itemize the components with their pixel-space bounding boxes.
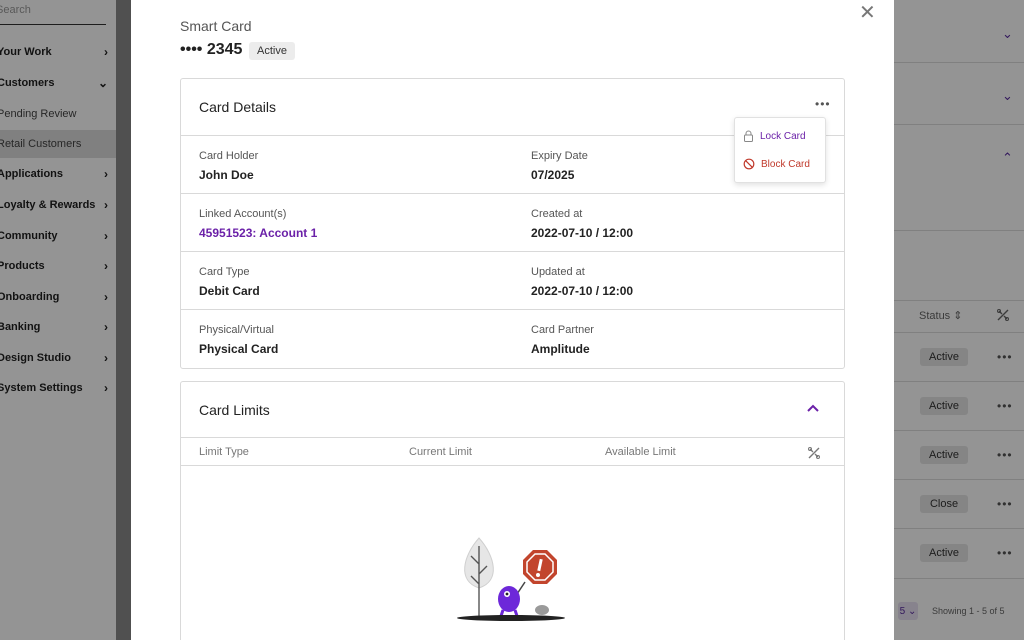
field-label: Linked Account(s) <box>199 208 287 220</box>
column-header[interactable]: Current Limit <box>409 446 472 458</box>
menu-item-label: Lock Card <box>760 130 806 142</box>
field-label: Physical/Virtual <box>199 324 274 336</box>
column-settings-icon[interactable] <box>807 446 821 463</box>
block-icon <box>743 158 755 170</box>
empty-state <box>181 466 844 640</box>
chevron-up-icon[interactable] <box>806 400 820 416</box>
field-label: Created at <box>531 208 583 220</box>
updated-at-value: 2022-07-10 / 12:00 <box>531 284 634 298</box>
card-limits-header[interactable]: Card Limits <box>181 382 844 438</box>
card-actions-menu: Lock Card Block Card <box>734 117 826 183</box>
field-label: Card Holder <box>199 150 259 162</box>
card-number: •••• 2345 <box>180 41 243 58</box>
card-type-title: Smart Card <box>180 18 252 34</box>
status-badge: Active <box>249 42 295 60</box>
linked-account-link[interactable]: 45951523: Account 1 <box>199 226 317 240</box>
field-label: Card Partner <box>531 324 594 336</box>
close-icon[interactable]: ✕ <box>859 0 876 25</box>
more-options-icon[interactable]: ••• <box>815 97 831 111</box>
lock-card-menu-item[interactable]: Lock Card <box>743 126 806 146</box>
menu-item-label: Block Card <box>761 158 810 170</box>
card-limits-panel: Card Limits Limit Type Current Limit Ava… <box>180 381 845 640</box>
card-details-modal: ✕ Smart Card •••• 2345 Active Card Detai… <box>131 0 894 640</box>
details-row: Card Type Debit Card Updated at 2022-07-… <box>181 252 844 310</box>
card-type-value: Debit Card <box>199 284 260 298</box>
physical-virtual-value: Physical Card <box>199 342 279 356</box>
column-header[interactable]: Limit Type <box>199 446 249 458</box>
card-holder-value: John Doe <box>199 168 254 182</box>
limits-table-header: Limit Type Current Limit Available Limit <box>181 438 844 466</box>
field-label: Expiry Date <box>531 150 588 162</box>
created-at-value: 2022-07-10 / 12:00 <box>531 226 634 240</box>
card-details-header: Card Details ••• Lock Card Block Card <box>181 79 844 183</box>
column-header[interactable]: Available Limit <box>605 446 676 458</box>
field-label: Updated at <box>531 266 585 278</box>
expiry-date-value: 07/2025 <box>531 168 575 182</box>
panel-title: Card Details <box>199 99 277 115</box>
card-details-panel: Card Details ••• Lock Card Block Card Ca… <box>180 78 845 369</box>
screen: Search Your Work› Customers⌄ Pending Rev… <box>0 0 1024 640</box>
empty-state-illustration <box>457 537 565 621</box>
details-row: Linked Account(s) 45951523: Account 1 Cr… <box>181 194 844 252</box>
panel-title: Card Limits <box>199 401 270 418</box>
lock-icon <box>744 130 753 142</box>
details-row: Physical/Virtual Physical Card Card Part… <box>181 310 844 368</box>
card-partner-value: Amplitude <box>531 342 590 356</box>
block-card-menu-item[interactable]: Block Card <box>743 154 810 174</box>
field-label: Card Type <box>199 266 250 278</box>
